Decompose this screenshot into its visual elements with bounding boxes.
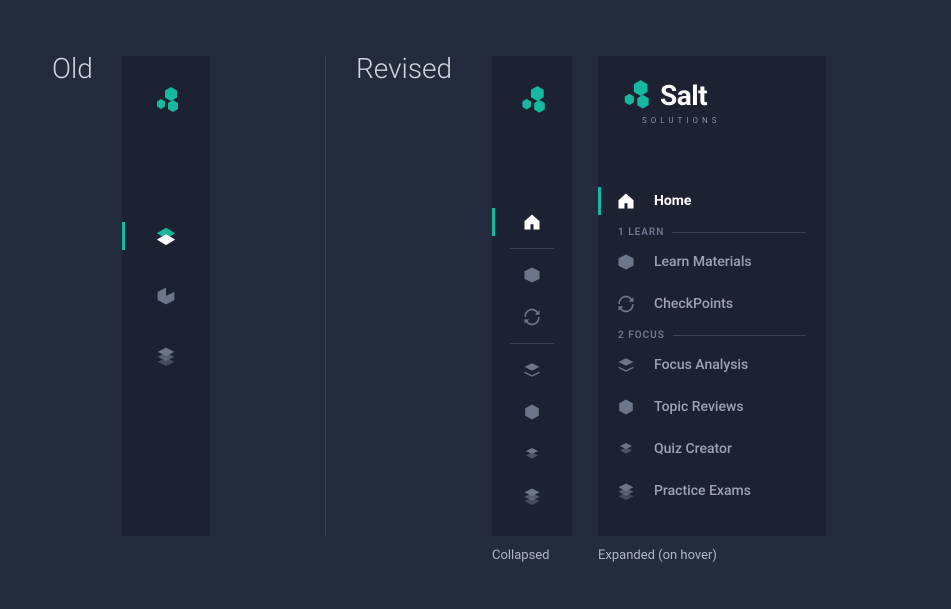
layers-open-icon <box>617 356 635 374</box>
refresh-icon <box>617 295 635 313</box>
nav-label-home: Home <box>654 193 691 209</box>
box-icon <box>156 286 176 306</box>
nav-item-learn-materials[interactable]: Learn Materials <box>598 242 826 282</box>
sidebar-old <box>122 56 210 536</box>
box-icon <box>523 266 541 284</box>
nav-label: Focus Analysis <box>654 357 748 373</box>
nav-label: Practice Exams <box>654 483 751 499</box>
section-header-focus: 2 FOCUS <box>598 326 826 345</box>
nav-item-learn-materials[interactable] <box>492 255 572 295</box>
nav-label: Quiz Creator <box>654 441 732 457</box>
nav-item-materials[interactable] <box>122 276 210 316</box>
refresh-icon <box>523 308 541 326</box>
stack-icon <box>617 482 635 500</box>
box-icon <box>617 253 635 271</box>
nav-item-home[interactable]: Home <box>598 181 826 221</box>
nav-label: Topic Reviews <box>654 399 744 415</box>
stack-icon <box>156 346 176 366</box>
nav-item-checkpoints[interactable]: CheckPoints <box>598 284 826 324</box>
logo <box>492 56 572 146</box>
nav-item-checkpoints[interactable] <box>492 297 572 337</box>
caption-collapsed: Collapsed <box>492 548 550 563</box>
sidebar-collapsed <box>492 56 572 536</box>
section-header-learn: 1 LEARN <box>598 223 826 242</box>
layers-open-icon <box>523 361 541 379</box>
nav-item-practice-exams[interactable] <box>492 476 572 516</box>
logo <box>122 56 210 146</box>
brand-sub: SOLUTIONS <box>642 116 826 125</box>
stack-icon <box>523 487 541 505</box>
nav-label: Learn Materials <box>654 254 752 270</box>
nav-item-home[interactable] <box>492 202 572 242</box>
hex-cluster-icon <box>618 80 652 112</box>
hex-cluster-icon <box>516 86 548 116</box>
nav-item-focus-analysis[interactable] <box>492 350 572 390</box>
hex-cluster-icon <box>151 87 181 115</box>
nav-item-quiz-creator[interactable] <box>492 434 572 474</box>
brand-name: Salt <box>660 82 707 110</box>
cube-icon <box>523 403 541 421</box>
nav-item-topic-reviews[interactable]: Topic Reviews <box>598 387 826 427</box>
layers-add-icon <box>617 440 635 458</box>
separator <box>510 343 554 344</box>
nav-label: CheckPoints <box>654 296 733 312</box>
logo-full: Salt <box>598 56 826 122</box>
layers-stroke-icon <box>155 225 177 247</box>
label-old: Old <box>52 52 93 85</box>
nav-item-home[interactable] <box>122 216 210 256</box>
cube-icon <box>617 398 635 416</box>
nav-item-quiz-creator[interactable]: Quiz Creator <box>598 429 826 469</box>
label-revised: Revised <box>356 52 452 85</box>
home-icon <box>617 192 635 210</box>
sidebar-expanded: Salt SOLUTIONS Home 1 LEARN Learn Materi… <box>598 56 826 536</box>
nav-item-focus-analysis[interactable]: Focus Analysis <box>598 345 826 385</box>
nav-item-exams[interactable] <box>122 336 210 376</box>
separator <box>510 248 554 249</box>
home-icon <box>523 213 541 231</box>
divider <box>325 56 326 536</box>
nav-item-topic-reviews[interactable] <box>492 392 572 432</box>
caption-expanded: Expanded (on hover) <box>598 548 717 563</box>
nav-item-practice-exams[interactable]: Practice Exams <box>598 471 826 511</box>
layers-add-icon <box>523 445 541 463</box>
